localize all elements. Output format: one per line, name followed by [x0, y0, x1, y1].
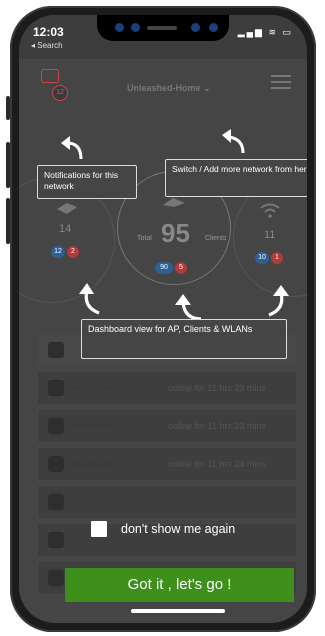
windows-icon	[48, 532, 64, 548]
notifications-tip: Notifications for this network	[37, 165, 137, 199]
network-selector[interactable]: Unleashed-Home ⌄	[127, 83, 211, 94]
notifications-icon[interactable]	[41, 69, 59, 83]
windows-icon	[48, 494, 64, 510]
notification-count-badge[interactable]: 12	[52, 85, 68, 101]
ap-icon	[57, 203, 77, 214]
dont-show-again-label[interactable]: don't show me again	[121, 522, 235, 536]
wlan-online-badge: 10	[255, 252, 269, 264]
clients-icon	[163, 198, 185, 207]
back-to-search-link[interactable]: ◂ Search	[31, 41, 63, 50]
curved-arrow-icon	[175, 294, 202, 321]
windows-icon	[48, 456, 64, 472]
wlan-count: 11	[264, 229, 276, 241]
dashboard-tip: Dashboard view for AP, Clients & WLANs	[81, 319, 287, 359]
sensor-icon	[131, 23, 140, 32]
client-status: online for 11 hrs 24 mins	[168, 459, 266, 469]
got-it-button[interactable]: Got it , let's go !	[65, 568, 294, 602]
hamburger-menu-icon[interactable]	[271, 75, 291, 93]
status-icons: ▂▄▆ ≋ ▭	[237, 27, 293, 37]
list-item[interactable]: xxxxxxxxxx online for 11 hrs 24 mins	[37, 447, 297, 481]
network-title: Unleashed-Home	[127, 83, 201, 93]
camera-icon	[115, 23, 124, 32]
clients-offline-badge: 5	[175, 262, 187, 274]
list-item[interactable]	[37, 485, 297, 519]
notch	[97, 15, 229, 41]
apple-icon	[48, 342, 64, 358]
list-item[interactable]: xxxxxxxxxx online for 11 hrs 23 mins	[37, 409, 297, 443]
client-status: online for 11 hrs 23 mins	[168, 421, 266, 431]
ap-count: 14	[59, 223, 72, 235]
client-status: online for 11 hrs 23 mins	[168, 383, 266, 393]
dont-show-again-checkbox[interactable]	[91, 521, 107, 537]
list-item[interactable]: xxxxxxxxxx online for 11 hrs 23 mins	[37, 371, 297, 405]
home-indicator[interactable]	[131, 609, 225, 613]
client-list: xxxxxxxxxx online for 11 hrs 23 mins xxx…	[37, 333, 297, 599]
client-host: xxxxxxxxxx	[72, 459, 117, 469]
total-clients-value: 95	[161, 218, 190, 248]
curved-arrow-icon	[61, 136, 83, 160]
curved-arrow-icon	[222, 129, 245, 154]
switch-network-tip: Switch / Add more network from here	[165, 159, 307, 197]
client-host: xxxxxxxxxx	[72, 421, 117, 431]
speaker-grille	[147, 26, 177, 30]
total-label: Total	[137, 235, 152, 242]
android-icon	[48, 418, 64, 434]
wifi-icon	[260, 203, 280, 218]
clients-label: Clients	[205, 235, 227, 242]
ap-offline-badge: 2	[67, 246, 79, 258]
sensor-icon	[209, 23, 218, 32]
curved-arrow-icon	[79, 283, 100, 315]
client-host: xxxxxxxxxx	[72, 383, 117, 393]
chevron-down-icon: ⌄	[203, 83, 211, 93]
screen: 12:03 ◂ Search ▂▄▆ ≋ ▭ 12 Unleashed-Home…	[19, 15, 307, 623]
wlan-offline-badge: 1	[271, 252, 283, 264]
status-time: 12:03	[33, 25, 64, 39]
curved-arrow-icon	[268, 285, 289, 317]
ap-online-badge: 12	[51, 246, 65, 258]
phone-frame: 12:03 ◂ Search ▂▄▆ ≋ ▭ 12 Unleashed-Home…	[10, 6, 316, 632]
clients-online-badge: 90	[155, 262, 173, 274]
camera-icon	[191, 23, 200, 32]
android-icon	[48, 380, 64, 396]
windows-icon	[48, 570, 64, 586]
